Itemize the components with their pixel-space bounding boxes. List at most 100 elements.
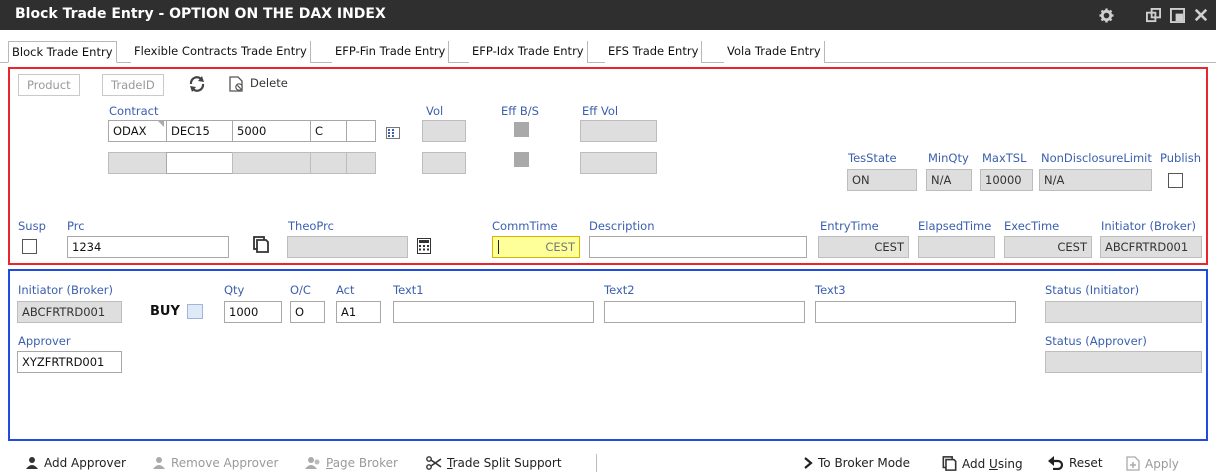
initiator-broker-label: Initiator (Broker) <box>1101 219 1196 233</box>
tab-efp-fin[interactable]: EFP-Fin Trade Entry <box>332 41 450 63</box>
remove-approver-label: Remove Approver <box>171 456 279 470</box>
text-cursor <box>498 240 499 254</box>
price-input[interactable]: 1234 <box>67 236 229 258</box>
text2-label: Text2 <box>604 283 635 297</box>
eff-bs-label: Eff B/S <box>501 104 539 118</box>
exectime-field: CEST <box>1004 236 1092 258</box>
act-input[interactable]: A1 <box>336 301 381 323</box>
contract-picker-icon[interactable] <box>386 127 400 139</box>
contract-row2-cell-5 <box>346 152 376 174</box>
elapsedtime-field <box>918 236 995 258</box>
tab-efp-idx[interactable]: EFP-Idx Trade Entry <box>469 41 588 63</box>
page-broker-button[interactable]: Page Broker <box>305 456 398 470</box>
eff-vol-label: Eff Vol <box>582 104 619 118</box>
reset-button[interactable]: Reset <box>1048 456 1103 470</box>
contract-row2-cell-4 <box>310 152 347 174</box>
status-initiator-label: Status (Initiator) <box>1045 283 1140 297</box>
trade-split-support-label: Trade Split Support <box>447 456 562 470</box>
apply-button[interactable]: Apply <box>1126 456 1179 471</box>
window-title: Block Trade Entry - OPTION ON THE DAX IN… <box>15 6 386 22</box>
eff-vol-field-1 <box>580 120 657 142</box>
to-broker-mode-button[interactable]: To Broker Mode <box>803 456 910 470</box>
to-broker-mode-label: To Broker Mode <box>818 456 911 470</box>
contract-row2-cell-3 <box>232 152 311 174</box>
undo-icon <box>1048 456 1064 470</box>
toolbar-separator <box>596 454 597 472</box>
nondisclosure-label: NonDisclosureLimit <box>1041 151 1152 165</box>
contract-type-field[interactable]: C <box>310 120 347 142</box>
delete-icon[interactable] <box>229 76 244 92</box>
eff-bs-indicator-2 <box>514 152 529 167</box>
tab-flexible-contracts[interactable]: Flexible Contracts Trade Entry <box>131 41 311 63</box>
refresh-icon[interactable] <box>188 75 206 93</box>
commtime-field[interactable]: CEST <box>492 236 580 258</box>
theoprc-field <box>287 236 408 258</box>
text3-input[interactable] <box>815 301 1016 323</box>
page-broker-label: Page Broker <box>326 456 398 470</box>
publish-checkbox[interactable] <box>1168 173 1183 188</box>
delete-button[interactable]: Delete <box>250 76 288 90</box>
title-bar: Block Trade Entry - OPTION ON THE DAX IN… <box>0 0 1216 30</box>
status-approver-field <box>1045 351 1202 373</box>
side-label: BUY <box>150 304 180 319</box>
susp-label: Susp <box>18 219 46 233</box>
theoprc-label: TheoPrc <box>288 219 334 233</box>
tab-vola[interactable]: Vola Trade Entry <box>724 41 825 63</box>
add-approver-button[interactable]: Add Approver <box>25 456 126 470</box>
oc-input[interactable]: O <box>290 301 325 323</box>
approver-input[interactable]: XYZFRTRD001 <box>17 351 122 373</box>
remove-approver-button[interactable]: Remove Approver <box>152 456 278 470</box>
page-broker-icon <box>305 457 320 469</box>
copy-price-icon[interactable] <box>253 236 269 253</box>
product-button[interactable]: Product <box>18 74 80 96</box>
eff-vol-field-2 <box>580 152 657 174</box>
text3-label: Text3 <box>815 283 846 297</box>
trade-split-support-button[interactable]: Trade Split Support <box>426 456 562 470</box>
status-approver-label: Status (Approver) <box>1045 334 1147 348</box>
gear-icon[interactable] <box>1098 7 1114 23</box>
calculator-icon[interactable] <box>417 238 431 254</box>
tesstate-label: TesState <box>848 151 897 165</box>
text1-input[interactable] <box>393 301 594 323</box>
contract-extra-field[interactable] <box>346 120 376 142</box>
contract-strike-field[interactable]: 5000 <box>232 120 311 142</box>
maxtsl-field: 10000 <box>980 169 1033 191</box>
minqty-field: N/A <box>926 169 972 191</box>
buy-toggle[interactable] <box>187 304 203 319</box>
text1-label: Text1 <box>393 283 424 297</box>
trade-initiator-label: Initiator (Broker) <box>18 283 113 297</box>
contract-row2-cell-2[interactable] <box>166 152 233 174</box>
add-using-button[interactable]: Add Using <box>942 456 1023 471</box>
minqty-label: MinQty <box>928 151 969 165</box>
entrytime-field: CEST <box>818 236 909 258</box>
exectime-label: ExecTime <box>1004 219 1060 233</box>
contract-expiry-field[interactable]: DEC15 <box>166 120 233 142</box>
tab-efs[interactable]: EFS Trade Entry <box>605 41 703 63</box>
description-label: Description <box>589 219 655 233</box>
elapsedtime-label: ElapsedTime <box>918 219 992 233</box>
susp-checkbox[interactable] <box>22 239 37 254</box>
commtime-label: CommTime <box>492 219 558 233</box>
tradeid-button[interactable]: TradeID <box>102 74 164 96</box>
apply-icon <box>1126 456 1140 471</box>
approver-label: Approver <box>18 334 71 348</box>
qty-input[interactable]: 1000 <box>224 301 282 323</box>
text2-input[interactable] <box>604 301 805 323</box>
vol-field-2 <box>422 152 466 174</box>
oc-label: O/C <box>290 283 311 297</box>
restore-icon[interactable] <box>1145 7 1161 23</box>
close-icon[interactable] <box>1193 7 1209 23</box>
maximize-icon[interactable] <box>1169 7 1185 23</box>
eff-bs-indicator-1 <box>514 122 529 137</box>
tab-block-trade-entry[interactable]: Block Trade Entry <box>8 41 117 63</box>
entrytime-label: EntryTime <box>820 219 879 233</box>
prc-label: Prc <box>67 219 85 233</box>
tesstate-field: ON <box>847 169 917 191</box>
person-add-icon <box>26 457 38 469</box>
dropdown-corner-icon <box>157 120 164 127</box>
maxtsl-label: MaxTSL <box>982 151 1027 165</box>
copy-icon <box>942 456 957 471</box>
description-input[interactable] <box>589 236 807 258</box>
nondisclosure-field: N/A <box>1039 169 1152 191</box>
add-using-label: Add Using <box>962 456 1023 471</box>
